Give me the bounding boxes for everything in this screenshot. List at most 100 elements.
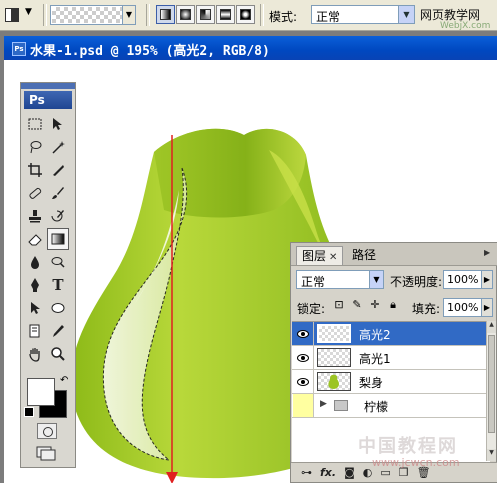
pear-thumbnail-icon [328, 374, 339, 389]
scroll-down-icon[interactable]: ▼ [487, 449, 496, 461]
screen-mode-icon [36, 446, 56, 461]
lock-position-icon[interactable]: ✛ [368, 298, 382, 312]
crop-tool-icon[interactable] [24, 159, 46, 181]
watermark-url: www.jcwcn.com [372, 456, 460, 469]
lock-all-icon[interactable]: 🔒︎ [386, 298, 400, 312]
chevron-down-icon: ▼ [25, 7, 32, 17]
eraser-tool-icon[interactable] [24, 228, 46, 250]
layer-name: 柠檬 [364, 400, 389, 414]
path-selection-tool-icon[interactable] [24, 297, 46, 319]
screen-mode-button[interactable] [33, 445, 61, 461]
chevron-down-icon[interactable]: ▼ [122, 6, 135, 24]
layer-name: 梨身 [359, 376, 384, 390]
fill-field[interactable]: 100% ▶ [443, 298, 493, 317]
color-swatches: ↶ [24, 375, 72, 421]
clone-stamp-tool-icon[interactable] [24, 205, 46, 227]
opacity-field[interactable]: 100% ▶ [443, 270, 493, 289]
mode-select[interactable]: 正常 ▼ [311, 5, 415, 24]
pen-tool-icon[interactable] [24, 274, 46, 296]
history-brush-tool-icon[interactable] [47, 205, 69, 227]
expand-arrow-icon[interactable]: ▶ [320, 399, 327, 409]
eyedropper-tool-icon[interactable] [47, 320, 69, 342]
chevron-right-icon[interactable]: ▶ [481, 271, 492, 288]
watermark-text: 中国教程网 [358, 436, 458, 457]
ps-logo[interactable]: Ps [24, 91, 72, 109]
default-colors-icon[interactable] [24, 407, 34, 417]
close-icon[interactable]: ✕ [329, 252, 337, 263]
layer-row-highlight2[interactable]: 高光2 [292, 322, 488, 346]
toolbox-grip[interactable] [21, 83, 75, 89]
layer-style-button[interactable]: fx. [320, 466, 336, 479]
type-tool-icon[interactable]: T [47, 274, 69, 296]
panel-tab-strip: 图层 ✕ 路径 ▶ [291, 243, 497, 266]
marquee-tool-icon[interactable] [24, 113, 46, 135]
opacity-value: 100% [447, 273, 479, 286]
gradient-picker[interactable]: ▼ [50, 5, 136, 25]
scroll-up-icon[interactable]: ▲ [487, 321, 496, 333]
adjustment-layer-icon[interactable]: ◐ [363, 466, 373, 479]
lock-transparency-icon[interactable]: ⊡ [332, 298, 346, 312]
opacity-label: 不透明度: [390, 275, 443, 289]
eye-icon[interactable] [293, 370, 314, 393]
gradient-preview [52, 7, 122, 23]
blur-tool-icon[interactable] [24, 251, 46, 273]
layer-row-pear-body[interactable]: 梨身 [292, 370, 488, 394]
link-layers-icon[interactable]: ⊶ [301, 466, 312, 479]
brush-tool-icon[interactable] [47, 182, 69, 204]
gradient-tool-icon [5, 8, 19, 22]
visibility-toggle[interactable] [293, 394, 314, 417]
lock-options: ⊡ ✎ ✛ 🔒︎ [332, 298, 400, 312]
scroll-thumb[interactable] [488, 335, 495, 433]
reflected-gradient-button[interactable] [216, 5, 235, 24]
lock-label: 锁定: [297, 302, 326, 316]
blend-mode-select[interactable]: 正常 ▼ [296, 270, 384, 289]
shape-tool-icon[interactable] [47, 297, 69, 319]
hand-tool-icon[interactable] [24, 343, 46, 365]
zoom-tool-icon[interactable] [47, 343, 69, 365]
fill-value: 100% [447, 301, 479, 314]
tool-preset-picker[interactable]: ▼ [3, 4, 39, 24]
layer-row-highlight1[interactable]: 高光1 [292, 346, 488, 370]
tab-paths-label: 路径 [352, 248, 377, 262]
ps-document-icon: Ps [12, 42, 26, 56]
radial-gradient-button[interactable] [176, 5, 195, 24]
divider [260, 4, 264, 26]
mode-value: 正常 [316, 10, 341, 24]
layer-thumbnail [317, 348, 351, 367]
chevron-down-icon: ▼ [398, 6, 414, 23]
gradient-type-group [156, 5, 255, 25]
tab-layers[interactable]: 图层 ✕ [296, 246, 344, 265]
linear-gradient-button[interactable] [156, 5, 175, 24]
notes-tool-icon[interactable] [24, 320, 46, 342]
swap-colors-icon[interactable]: ↶ [60, 375, 68, 386]
eye-icon[interactable] [293, 322, 314, 345]
chevron-right-icon[interactable]: ▶ [481, 299, 492, 316]
toolbox: Ps T ↶ [20, 82, 76, 468]
magic-wand-tool-icon[interactable] [47, 136, 69, 158]
angle-gradient-button[interactable] [196, 5, 215, 24]
tab-paths[interactable]: 路径 [347, 246, 381, 265]
slice-tool-icon[interactable] [47, 159, 69, 181]
gradient-tool-button[interactable] [47, 228, 69, 250]
blend-mode-value: 正常 [301, 275, 326, 289]
panel-menu-icon[interactable]: ▶ [484, 248, 496, 260]
document-title-bar[interactable]: Ps 水果-1.psd @ 195% (高光2, RGB/8) [4, 36, 497, 60]
foreground-color-swatch[interactable] [27, 378, 55, 406]
tab-layers-label: 图层 [302, 249, 327, 263]
divider [43, 4, 47, 26]
divider [146, 4, 150, 26]
lasso-tool-icon[interactable] [24, 136, 46, 158]
diamond-gradient-button[interactable] [236, 5, 255, 24]
layer-list-scrollbar[interactable]: ▲ ▼ [486, 321, 496, 461]
healing-brush-tool-icon[interactable] [24, 182, 46, 204]
fill-label: 填充: [412, 302, 441, 316]
add-mask-icon[interactable]: ◙ [344, 466, 355, 479]
move-tool-icon[interactable] [47, 113, 69, 135]
tool-grid: T [24, 113, 69, 365]
quick-mask-button[interactable] [37, 423, 57, 439]
eye-icon[interactable] [293, 346, 314, 369]
lock-pixels-icon[interactable]: ✎ [350, 298, 364, 312]
layer-group-lemon[interactable]: ▶ 柠檬 [292, 394, 488, 418]
mode-label: 模式: [269, 10, 298, 24]
dodge-tool-icon[interactable] [47, 251, 69, 273]
